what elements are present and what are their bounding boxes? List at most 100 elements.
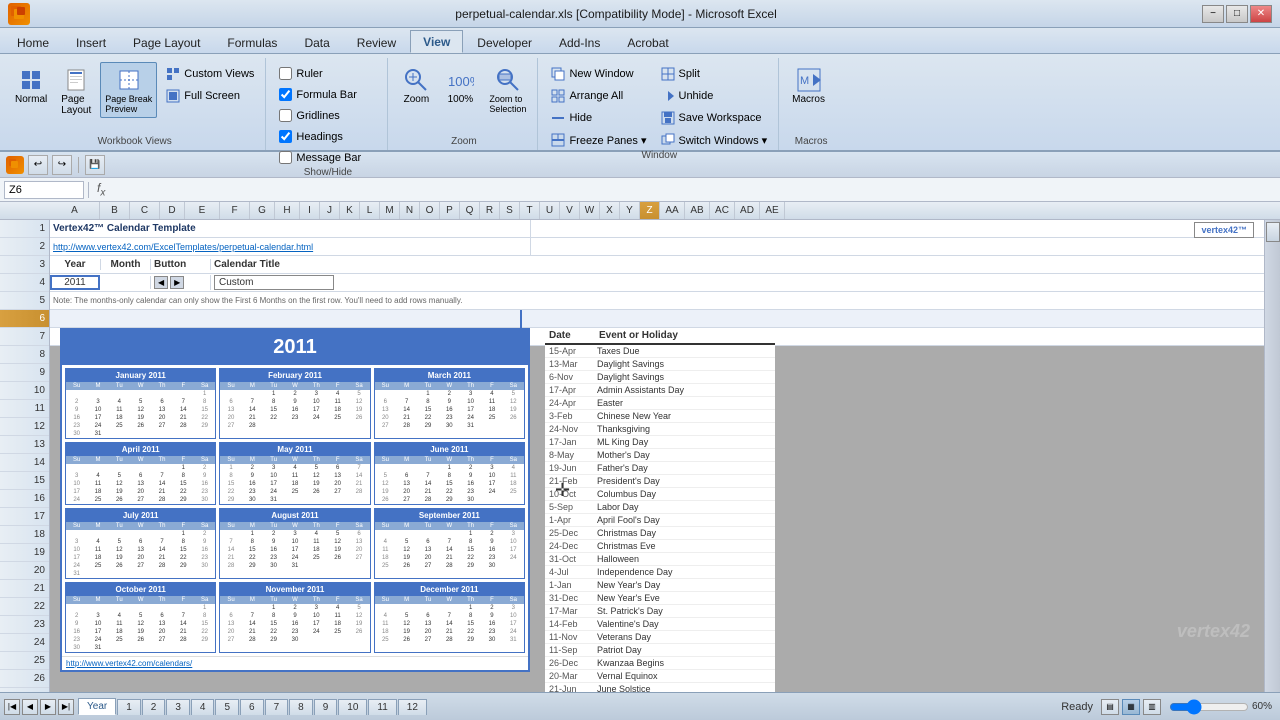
day-cell[interactable]: 8 [417,398,438,406]
redo-btn[interactable]: ↪ [52,155,72,175]
day-cell[interactable]: 26 [375,496,396,504]
day-cell[interactable]: 4 [503,464,524,472]
day-cell[interactable]: 15 [220,480,241,488]
day-cell[interactable]: 9 [439,398,460,406]
day-cell[interactable]: 14 [348,472,369,480]
day-cell[interactable]: 19 [375,488,396,496]
day-cell[interactable]: 18 [327,406,348,414]
tab-acrobat[interactable]: Acrobat [614,31,681,53]
day-cell[interactable]: 5 [130,398,151,406]
day-cell[interactable]: 7 [439,612,460,620]
prev-btn[interactable]: ◀ [154,276,168,289]
day-cell[interactable]: 8 [194,612,215,620]
day-cell[interactable]: 5 [396,538,417,546]
day-cell[interactable]: 26 [348,628,369,636]
col-header-J[interactable]: J [320,202,340,219]
day-cell[interactable]: 27 [151,636,172,644]
day-cell[interactable]: 20 [220,414,241,422]
day-cell[interactable]: 22 [460,628,481,636]
day-cell[interactable]: 26 [109,496,130,504]
day-cell[interactable]: 30 [242,496,263,504]
day-cell[interactable]: 10 [306,612,327,620]
day-cell[interactable]: 25 [375,636,396,644]
day-cell[interactable]: 9 [460,472,481,480]
day-cell[interactable]: 16 [242,480,263,488]
day-cell[interactable]: 16 [481,620,502,628]
col-header-Z[interactable]: Z [640,202,660,219]
day-cell[interactable]: 22 [242,554,263,562]
day-cell[interactable]: 26 [348,414,369,422]
day-cell[interactable]: 19 [396,554,417,562]
day-cell[interactable]: 29 [194,636,215,644]
day-cell[interactable]: 24 [87,636,108,644]
day-cell[interactable]: 30 [194,496,215,504]
day-cell[interactable]: 27 [220,422,241,430]
day-cell[interactable]: 30 [284,636,305,644]
day-cell[interactable]: 15 [417,406,438,414]
day-cell[interactable]: 28 [396,422,417,430]
col-header-G[interactable]: G [250,202,275,219]
day-cell[interactable]: 11 [87,546,108,554]
col-header-S[interactable]: S [500,202,520,219]
col-header-AE[interactable]: AE [760,202,785,219]
day-cell[interactable]: 15 [439,480,460,488]
day-cell[interactable]: 1 [173,530,194,538]
page-layout-view-btn[interactable]: ▦ [1122,699,1140,715]
prev-tab-btn[interactable]: ◀ [22,699,38,715]
day-cell[interactable]: 27 [151,422,172,430]
day-cell[interactable]: 5 [130,612,151,620]
cell-C4-buttons[interactable]: ◀ ▶ [150,276,210,289]
day-cell[interactable]: 11 [109,620,130,628]
day-cell[interactable]: 8 [242,538,263,546]
day-cell[interactable]: 27 [130,562,151,570]
day-cell[interactable]: 23 [284,628,305,636]
day-cell[interactable]: 18 [284,480,305,488]
day-cell[interactable]: 8 [173,472,194,480]
day-cell[interactable]: 6 [396,472,417,480]
sheet-tab-1[interactable]: 1 [117,699,141,715]
day-cell[interactable]: 20 [220,628,241,636]
day-cell[interactable]: 19 [327,546,348,554]
day-cell[interactable]: 2 [242,464,263,472]
day-cell[interactable]: 8 [460,538,481,546]
day-cell[interactable]: 13 [151,406,172,414]
sheet-tab-5[interactable]: 5 [215,699,239,715]
day-cell[interactable]: 23 [460,488,481,496]
col-header-T[interactable]: T [520,202,540,219]
undo-btn[interactable]: ↩ [28,155,48,175]
day-cell[interactable]: 25 [327,414,348,422]
day-cell[interactable]: 18 [87,554,108,562]
day-cell[interactable]: 30 [194,562,215,570]
day-cell[interactable]: 21 [242,414,263,422]
day-cell[interactable]: 20 [151,414,172,422]
col-header-F[interactable]: F [220,202,250,219]
day-cell[interactable]: 15 [263,620,284,628]
day-cell[interactable]: 21 [417,488,438,496]
day-cell[interactable]: 8 [263,612,284,620]
day-cell[interactable]: 13 [375,406,396,414]
day-cell[interactable]: 24 [503,628,524,636]
day-cell[interactable]: 14 [242,620,263,628]
day-cell[interactable]: 17 [503,620,524,628]
day-cell[interactable]: 7 [220,538,241,546]
maximize-btn[interactable]: □ [1226,5,1248,23]
day-cell[interactable]: 23 [66,636,87,644]
formula-input[interactable] [113,184,1276,196]
cell-A2[interactable]: http://www.vertex42.com/ExcelTemplates/p… [50,238,530,255]
col-header-P[interactable]: P [440,202,460,219]
page-break-preview-btn[interactable]: Page BreakPreview [100,62,157,118]
day-cell[interactable]: 24 [503,554,524,562]
day-cell[interactable]: 15 [194,620,215,628]
day-cell[interactable]: 3 [460,390,481,398]
day-cell[interactable]: 2 [481,530,502,538]
day-cell[interactable]: 28 [439,562,460,570]
day-cell[interactable]: 6 [348,530,369,538]
col-header-B[interactable]: B [100,202,130,219]
day-cell[interactable]: 21 [151,554,172,562]
day-cell[interactable]: 23 [481,628,502,636]
close-btn[interactable]: ✕ [1250,5,1272,23]
day-cell[interactable]: 6 [375,398,396,406]
sheet-tab-3[interactable]: 3 [166,699,190,715]
day-cell[interactable]: 18 [503,480,524,488]
day-cell[interactable]: 10 [306,398,327,406]
